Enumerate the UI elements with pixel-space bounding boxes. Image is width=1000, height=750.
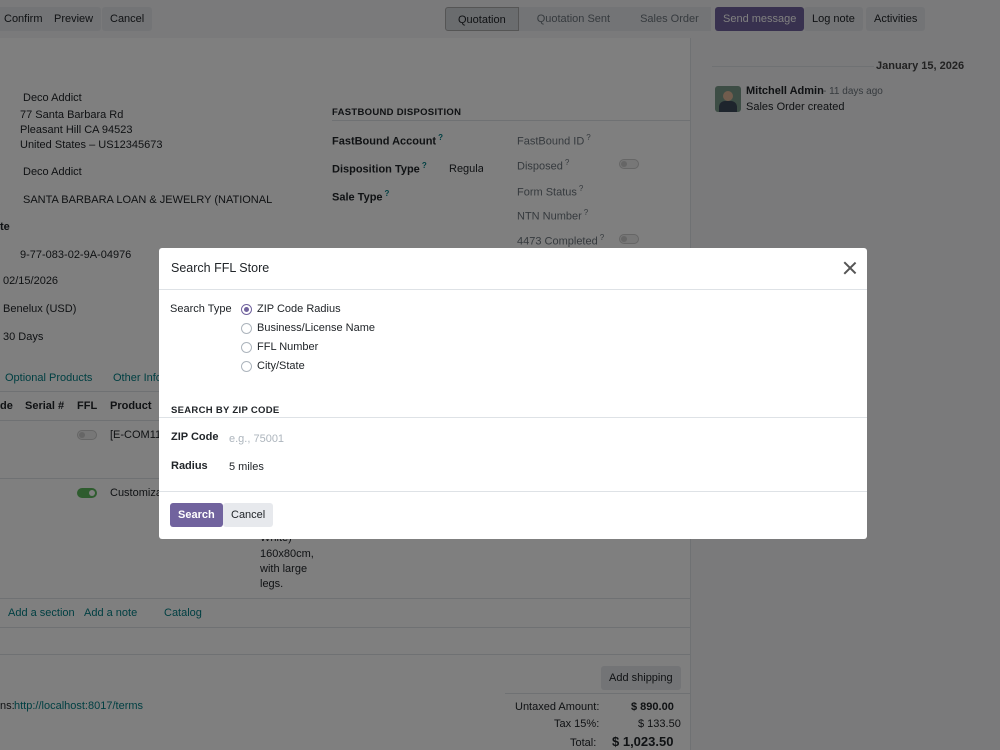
footer-divider <box>159 491 867 492</box>
zip-code-label: ZIP Code <box>171 431 219 443</box>
radio-unchecked-icon[interactable] <box>241 360 252 372</box>
cancel-button[interactable]: Cancel <box>223 503 274 527</box>
zip-code-input[interactable] <box>229 431 529 447</box>
radio-checked-icon[interactable] <box>241 303 252 315</box>
search-ffl-dialog: Search FFL Store Search Type ZIP Code Ra… <box>159 248 867 539</box>
radio-label[interactable]: FFL Number <box>257 341 318 353</box>
radio-business-license-name[interactable]: Business/License Name <box>241 322 375 334</box>
radio-label[interactable]: ZIP Code Radius <box>257 303 341 315</box>
radius-select[interactable]: 5 miles <box>229 461 264 473</box>
radio-ffl-number[interactable]: FFL Number <box>241 341 318 353</box>
section-divider <box>159 417 867 418</box>
close-icon[interactable] <box>843 261 857 275</box>
search-type-label: Search Type <box>170 303 232 315</box>
zip-section-heading: SEARCH BY ZIP CODE <box>171 405 280 416</box>
radio-city-state[interactable]: City/State <box>241 360 305 372</box>
radio-unchecked-icon[interactable] <box>241 322 252 334</box>
radio-label[interactable]: Business/License Name <box>257 322 375 334</box>
radio-unchecked-icon[interactable] <box>241 341 252 353</box>
radius-label: Radius <box>171 460 208 472</box>
modal-header: Search FFL Store <box>159 248 867 290</box>
radio-label[interactable]: City/State <box>257 360 305 372</box>
radio-zip-code-radius[interactable]: ZIP Code Radius <box>241 303 341 315</box>
modal-title: Search FFL Store <box>171 261 270 275</box>
search-button[interactable]: Search <box>170 503 223 527</box>
